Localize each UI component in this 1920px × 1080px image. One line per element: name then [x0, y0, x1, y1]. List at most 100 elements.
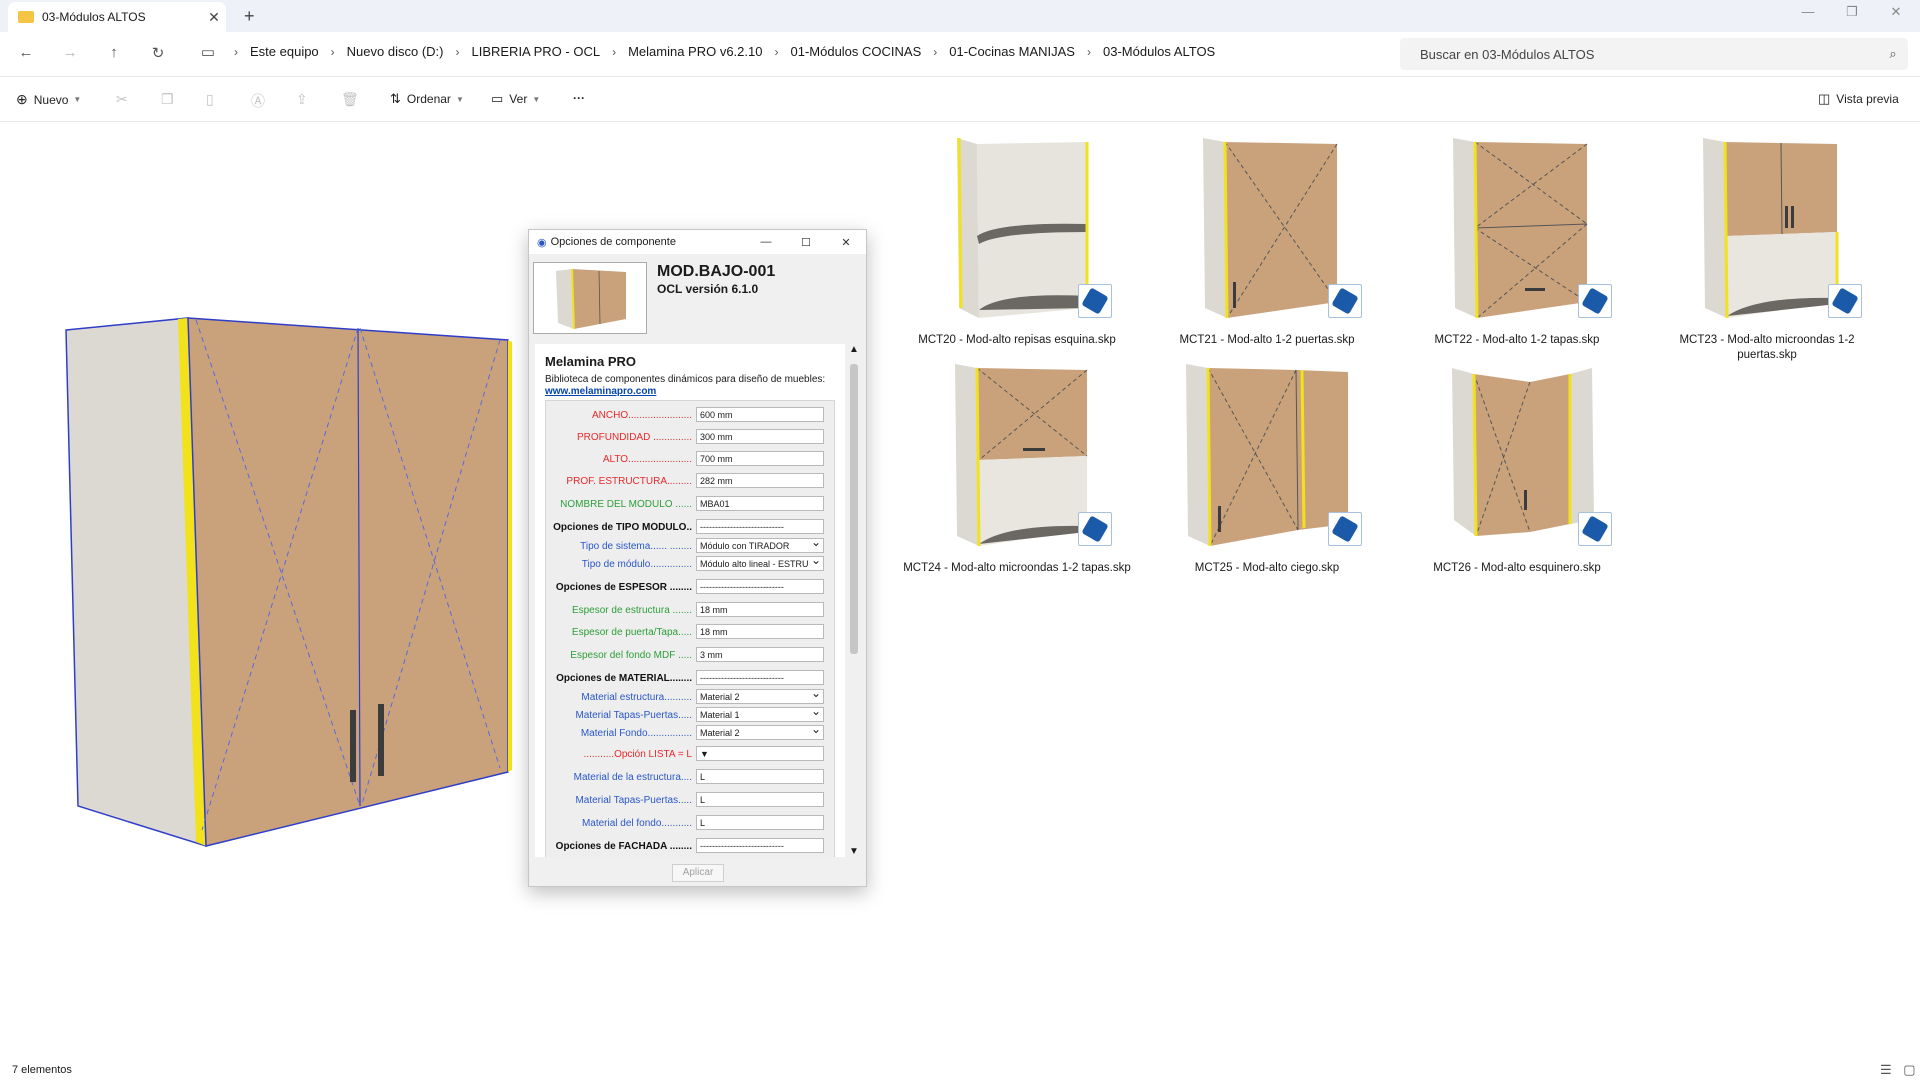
field-label: Tipo de módulo............... [581, 559, 692, 570]
back-material-input[interactable]: L [696, 815, 824, 830]
field-label: PROFUNDIDAD .............. [576, 432, 692, 443]
preview-pane-label: Vista previa [1836, 92, 1899, 106]
breadcrumb-item[interactable]: Melamina PRO v6.2.10 [628, 44, 762, 59]
file-item[interactable]: MCT21 - Mod-alto 1-2 puertas.skp [1152, 132, 1382, 348]
view-button[interactable]: ▭ Ver ▼ [491, 91, 540, 107]
list-option-input[interactable]: ▼ [696, 746, 824, 761]
library-title: Melamina PRO [545, 354, 637, 369]
file-item[interactable]: MCT20 - Mod-alto repisas esquina.skp [902, 132, 1132, 348]
breadcrumb-item[interactable]: 01-Cocinas MANIJAS [949, 44, 1075, 59]
structure-material-input[interactable]: L [696, 769, 824, 784]
file-item[interactable]: MCT22 - Mod-alto 1-2 tapas.skp [1402, 132, 1632, 348]
field-label: ...........Opción LISTA = L [583, 749, 692, 760]
copy-icon: ❐ [161, 91, 174, 107]
paste-button[interactable]: ▯ [206, 91, 214, 108]
new-button[interactable]: ⊕ Nuevo ▼ [16, 91, 81, 108]
breadcrumb: › Este equipo › Nuevo disco (D:) › LIBRE… [234, 44, 1216, 59]
copy-button[interactable]: ❐ [161, 91, 174, 108]
command-bar: ⊕ Nuevo ▼ ✂ ❐ ▯ Ⓐ ⇪ 🗑 ⇅ Ordenar ▼ ▭ Ver … [0, 77, 1920, 122]
sketchup-file-icon [1078, 284, 1112, 318]
search-box[interactable]: Buscar en 03-Módulos ALTOS ⌕ [1400, 38, 1908, 70]
dialog-minimize-button[interactable]: — [746, 236, 786, 248]
sketchup-file-icon [1078, 512, 1112, 546]
refresh-icon[interactable]: ↻ [146, 44, 170, 62]
structure-depth-input[interactable]: 282 mm [696, 473, 824, 488]
close-window-button[interactable]: ✕ [1876, 4, 1916, 20]
rename-button[interactable]: Ⓐ [251, 91, 265, 111]
options-form: ANCHO....................... 600 mm PROFU… [545, 400, 835, 857]
component-version: OCL versión 6.1.0 [657, 282, 759, 296]
structure-thickness-input[interactable]: 18 mm [696, 602, 824, 617]
field-label: Espesor del fondo MDF ..... [570, 650, 692, 661]
dialog-close-button[interactable]: ✕ [826, 236, 866, 249]
door-material-select[interactable]: Material 1 [696, 707, 824, 722]
field-label: ALTO....................... [602, 454, 692, 465]
file-item[interactable]: MCT23 - Mod-alto microondas 1-2 puertas.… [1652, 132, 1882, 363]
back-arrow-icon[interactable]: ← [14, 44, 38, 61]
breadcrumb-item[interactable]: Este equipo [250, 44, 319, 59]
width-input[interactable]: 600 mm [696, 407, 824, 422]
forward-arrow-icon[interactable]: → [58, 44, 82, 61]
apply-button[interactable]: Aplicar [672, 864, 724, 882]
cut-button[interactable]: ✂ [116, 91, 128, 108]
field-label: Espesor de estructura ....... [571, 605, 692, 616]
search-input[interactable]: Buscar en 03-Módulos ALTOS [1420, 47, 1878, 62]
scroll-thumb[interactable] [850, 364, 858, 654]
field-label: Material estructura.......... [581, 692, 692, 703]
tab-current-folder[interactable]: 03-Módulos ALTOS ✕ [8, 2, 226, 32]
door-material-input[interactable]: L [696, 792, 824, 807]
restore-button[interactable]: ❐ [1832, 4, 1872, 20]
component-thumbnail-image [556, 268, 626, 330]
file-item[interactable]: MCT25 - Mod-alto ciego.skp [1152, 360, 1382, 576]
more-options-button[interactable]: ··· [573, 91, 585, 105]
file-item[interactable]: MCT24 - Mod-alto microondas 1-2 tapas.sk… [902, 360, 1132, 576]
details-view-icon[interactable]: ☰ [1880, 1062, 1892, 1077]
breadcrumb-item[interactable]: 03-Módulos ALTOS [1103, 44, 1215, 59]
door-thickness-input[interactable]: 18 mm [696, 624, 824, 639]
height-input[interactable]: 700 mm [696, 451, 824, 466]
scroll-up-icon[interactable]: ▲ [847, 344, 861, 355]
sketchup-file-icon [1828, 284, 1862, 318]
search-icon[interactable]: ⌕ [1878, 46, 1908, 62]
tiles-view-icon[interactable]: ▢ [1903, 1062, 1915, 1077]
sketchup-icon: ◉ [537, 236, 547, 249]
delete-button[interactable]: 🗑 [341, 91, 359, 108]
new-tab-button[interactable]: + [244, 6, 255, 27]
depth-input[interactable]: 300 mm [696, 429, 824, 444]
module-type-select[interactable]: Módulo alto lineal - ESTRU [696, 556, 824, 571]
dialog-maximize-button[interactable]: ☐ [786, 236, 826, 249]
sketchup-file-icon [1328, 284, 1362, 318]
file-item[interactable]: MCT26 - Mod-alto esquinero.skp [1402, 360, 1632, 576]
breadcrumb-item[interactable]: 01-Módulos COCINAS [790, 44, 921, 59]
sort-icon: ⇅ [390, 91, 401, 106]
title-bar: 03-Módulos ALTOS ✕ + — ❐ ✕ [0, 0, 1920, 32]
structure-material-select[interactable]: Material 2 [696, 689, 824, 704]
field-label: ANCHO....................... [591, 410, 692, 421]
field-label: PROF. ESTRUCTURA......... [566, 476, 692, 487]
scroll-down-icon[interactable]: ▼ [847, 846, 861, 857]
up-arrow-icon[interactable]: ↑ [102, 44, 126, 61]
dialog-scrollbar[interactable]: ▲ ▼ [847, 344, 861, 857]
chevron-down-icon: ▼ [532, 94, 541, 104]
system-type-select[interactable]: Módulo con TIRADOR [696, 538, 824, 553]
sketchup-file-icon [1578, 512, 1612, 546]
file-name: MCT24 - Mod-alto microondas 1-2 tapas.sk… [903, 562, 1131, 574]
close-tab-icon[interactable]: ✕ [202, 9, 226, 26]
component-name: MOD.BAJO-001 [657, 263, 776, 280]
breadcrumb-item[interactable]: LIBRERIA PRO - OCL [471, 44, 600, 59]
back-thickness-input[interactable]: 3 mm [696, 647, 824, 662]
module-name-input[interactable]: MBA01 [696, 496, 824, 511]
dialog-body: Melamina PRO Biblioteca de componentes d… [535, 344, 845, 857]
section-separator: ---------------------------- [696, 838, 824, 853]
tab-title: 03-Módulos ALTOS [42, 10, 146, 24]
field-label: Espesor de puerta/Tapa..... [571, 627, 692, 638]
share-button[interactable]: ⇪ [296, 91, 308, 108]
preview-pane-button[interactable]: ◫ Vista previa [1818, 91, 1899, 107]
share-icon: ⇪ [296, 91, 308, 107]
minimize-button[interactable]: — [1788, 4, 1828, 19]
back-material-select[interactable]: Material 2 [696, 725, 824, 740]
library-link[interactable]: www.melaminapro.com [545, 386, 656, 397]
preview-cabinet-image [65, 317, 512, 848]
sort-button[interactable]: ⇅ Ordenar ▼ [390, 91, 464, 107]
breadcrumb-item[interactable]: Nuevo disco (D:) [347, 44, 444, 59]
